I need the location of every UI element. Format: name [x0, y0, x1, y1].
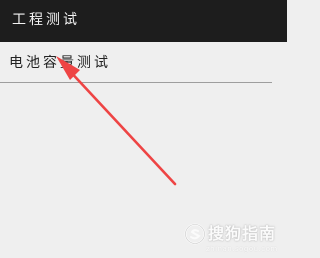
list-item-battery-capacity-test[interactable]: 电池容量测试 — [0, 42, 287, 82]
title-bar: 工程测试 — [0, 0, 287, 42]
list-item-label: 电池容量测试 — [9, 55, 111, 71]
sogou-logo-icon — [184, 223, 206, 245]
page-title: 工程测试 — [12, 12, 80, 28]
divider — [0, 82, 272, 83]
screen: 工程测试 电池容量测试 搜狗指南 zhinan.sogou.com — [0, 0, 287, 258]
watermark: 搜狗指南 zhinan.sogou.com — [184, 222, 284, 256]
watermark-url: zhinan.sogou.com — [206, 245, 278, 253]
watermark-brand: 搜狗指南 — [208, 224, 277, 243]
